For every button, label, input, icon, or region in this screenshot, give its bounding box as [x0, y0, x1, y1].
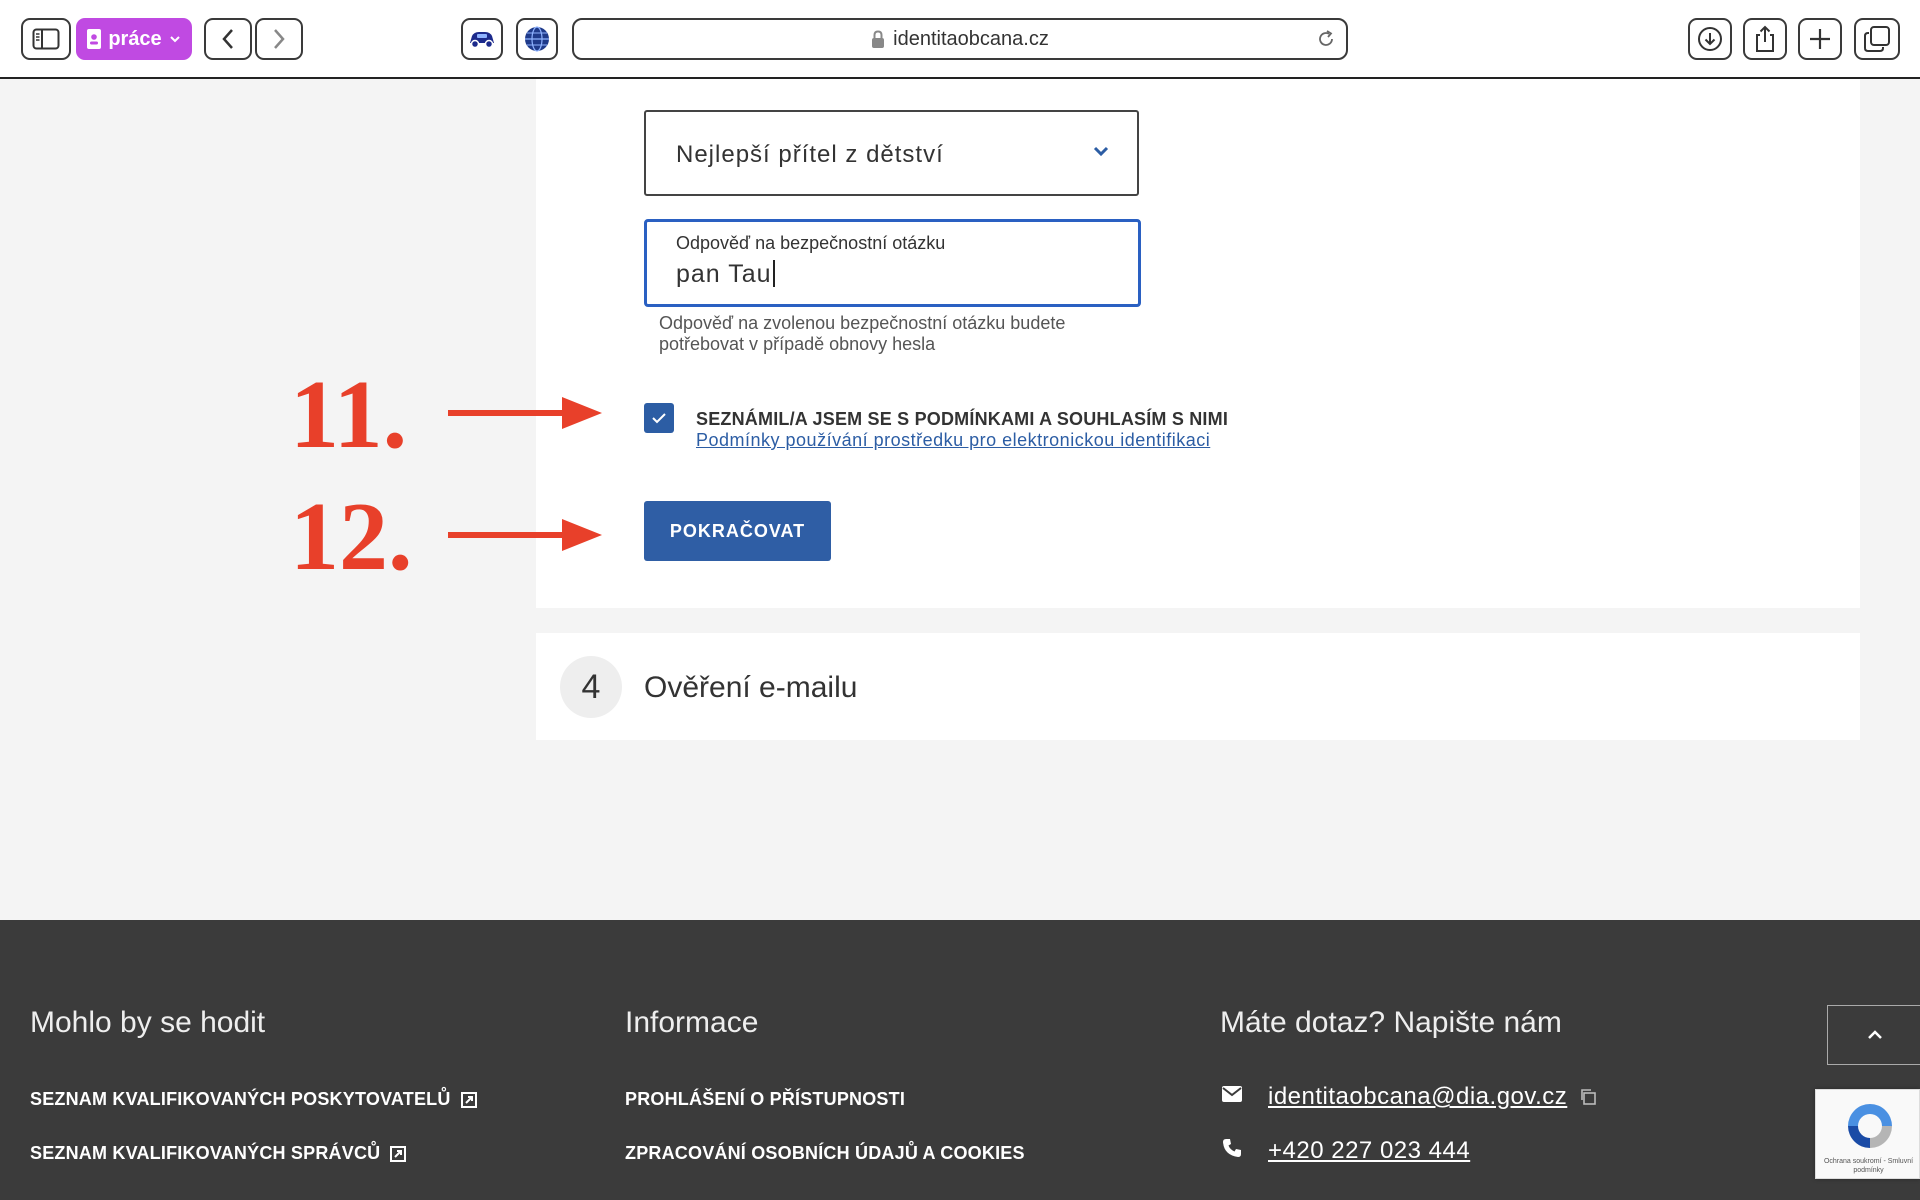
recaptcha-text[interactable]: Ochrana soukromí - Smluvní podmínky	[1818, 1157, 1919, 1175]
badge-icon	[87, 29, 102, 49]
sidebar-toggle-button[interactable]	[21, 18, 71, 60]
footer: Mohlo by se hodit SEZNAM KVALIFIKOVANÝCH…	[0, 920, 1920, 1200]
security-question-value: Nejlepší přítel z dětství	[676, 141, 944, 168]
url-text: identitaobcana.cz	[893, 27, 1049, 50]
back-button[interactable]	[204, 18, 252, 60]
terms-agreement-label: SEZNÁMIL/A JSEM SE S PODMÍNKAMI A SOUHLA…	[696, 409, 1229, 429]
continue-button[interactable]: POKRAČOVAT	[644, 501, 831, 561]
reload-icon	[1319, 30, 1333, 46]
extension-button[interactable]	[461, 18, 503, 60]
contact-email-text: identitaobcana@dia.gov.cz	[1268, 1083, 1568, 1110]
terms-checkbox[interactable]	[644, 403, 674, 433]
security-answer-value: pan Tau	[676, 260, 772, 288]
footer-heading-contact: Máte dotaz? Napište nám	[1220, 1006, 1562, 1039]
chevron-down-icon	[169, 36, 180, 43]
tabs-icon	[1864, 26, 1890, 52]
lock-icon	[872, 30, 885, 48]
footer-heading-info: Informace	[625, 1006, 759, 1039]
annotation-arrow-12	[448, 519, 602, 551]
extension-globe-button[interactable]	[516, 18, 558, 60]
security-answer-label: Odpověď na bezpečnostní otázku	[676, 233, 946, 253]
recaptcha-badge[interactable]: Ochrana soukromí - Smluvní podmínky	[1815, 1089, 1920, 1179]
profile-label: práce	[108, 27, 162, 50]
terms-link[interactable]: Podmínky používání prostředku pro elektr…	[696, 430, 1210, 451]
annotation-number-12: 12.	[290, 483, 413, 591]
share-icon	[1756, 25, 1774, 52]
plus-icon	[1810, 29, 1830, 49]
tabs-overview-button[interactable]	[1854, 18, 1900, 60]
copy-icon[interactable]	[1579, 1088, 1597, 1106]
back-to-top-button[interactable]	[1827, 1005, 1920, 1065]
annotation-number-11: 11.	[290, 361, 408, 469]
contact-phone-text: +420 227 023 444	[1268, 1137, 1471, 1164]
contact-phone[interactable]: +420 227 023 444	[1220, 1137, 1470, 1165]
step-title: Ověření e-mailu	[644, 671, 858, 704]
checkmark-icon	[652, 413, 666, 424]
footer-link-providers[interactable]: SEZNAM KVALIFIKOVANÝCH POSKYTOVATELŮ	[30, 1089, 477, 1110]
new-tab-button[interactable]	[1798, 18, 1842, 60]
chevron-left-icon	[222, 29, 233, 49]
footer-heading-useful: Mohlo by se hodit	[30, 1006, 266, 1039]
security-answer-input[interactable]: Odpověď na bezpečnostní otázku pan Tau	[644, 219, 1141, 307]
footer-link-administrators[interactable]: SEZNAM KVALIFIKOVANÝCH SPRÁVCŮ	[30, 1143, 407, 1164]
reload-button[interactable]	[1316, 29, 1336, 54]
annotation-arrow-11	[448, 397, 602, 429]
address-bar[interactable]: identitaobcana.cz	[572, 18, 1348, 60]
step-number: 4	[560, 656, 622, 718]
security-question-select[interactable]: Nejlepší přítel z dětství	[644, 110, 1139, 196]
downloads-button[interactable]	[1688, 18, 1732, 60]
external-link-icon	[390, 1145, 407, 1162]
text-caret	[772, 260, 775, 287]
contact-email[interactable]: identitaobcana@dia.gov.cz	[1220, 1083, 1597, 1111]
form-panel: Nejlepší přítel z dětství Odpověď na bez…	[536, 79, 1860, 608]
sidebar-icon	[32, 28, 60, 50]
footer-link-accessibility[interactable]: PROHLÁŠENÍ O PŘÍSTUPNOSTI	[625, 1089, 905, 1110]
footer-link-privacy[interactable]: ZPRACOVÁNÍ OSOBNÍCH ÚDAJŮ A COOKIES	[625, 1143, 1025, 1164]
chevron-down-icon	[1093, 146, 1109, 157]
profile-button[interactable]: práce	[76, 18, 192, 60]
browser-toolbar: práce identitaobcana.cz	[0, 0, 1920, 79]
security-answer-hint: Odpověď na zvolenou bezpečnostní otázku …	[659, 313, 1066, 354]
share-button[interactable]	[1743, 18, 1787, 60]
car-icon	[470, 32, 494, 49]
external-link-icon	[460, 1091, 477, 1108]
chevron-up-icon	[1868, 1030, 1882, 1039]
footer-link-label: SEZNAM KVALIFIKOVANÝCH POSKYTOVATELŮ	[30, 1089, 451, 1109]
chevron-right-icon	[274, 29, 285, 49]
globe-icon	[525, 26, 549, 52]
recaptcha-logo-icon	[1848, 1104, 1892, 1148]
download-icon	[1698, 27, 1722, 51]
footer-link-label: SEZNAM KVALIFIKOVANÝCH SPRÁVCŮ	[30, 1143, 381, 1163]
step-4-panel[interactable]: 4 Ověření e-mailu	[536, 633, 1860, 740]
forward-button[interactable]	[255, 18, 303, 60]
